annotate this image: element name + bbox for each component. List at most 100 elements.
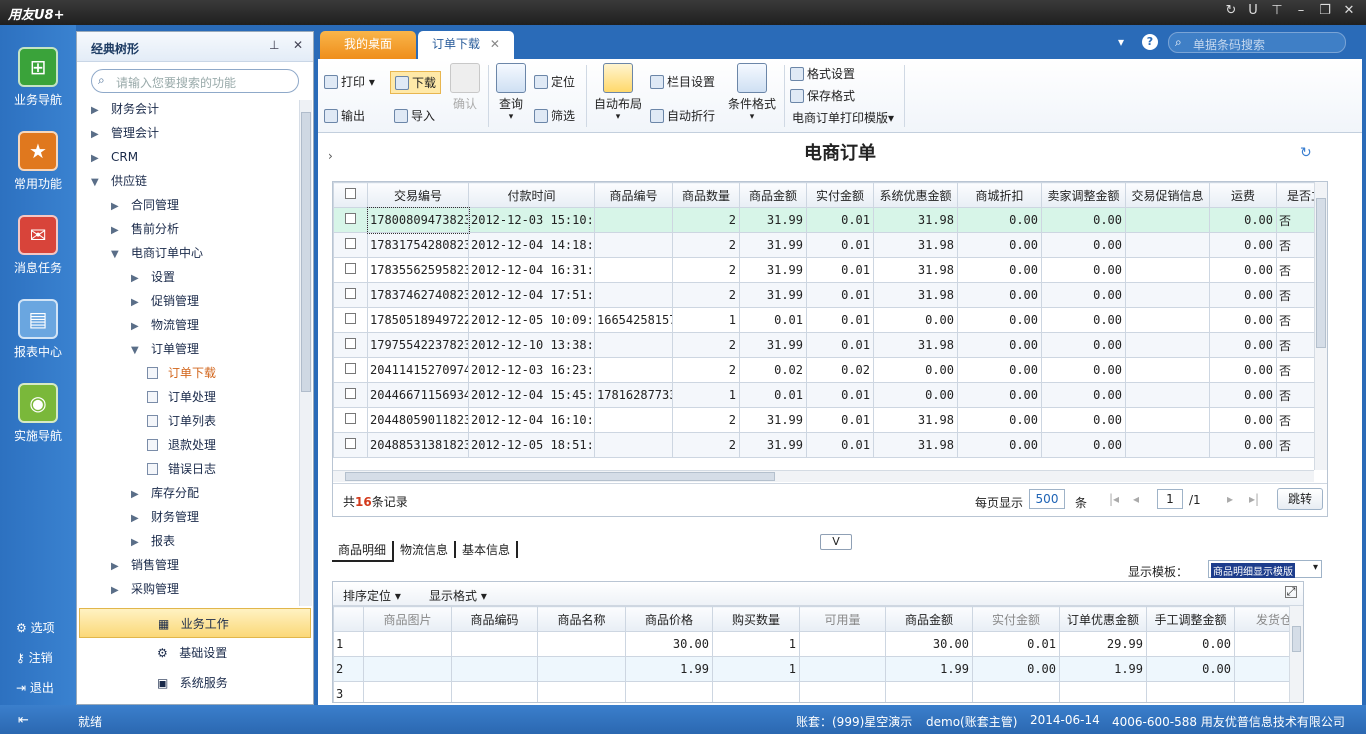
- table-cell[interactable]: 0.00: [972, 656, 1060, 682]
- refresh-icon[interactable]: ↻: [1222, 3, 1240, 18]
- table-cell[interactable]: 0.01: [739, 382, 807, 408]
- table-cell[interactable]: 178374627408237: [367, 282, 469, 308]
- tree-item[interactable]: ▶ 报表: [131, 529, 175, 553]
- column-header[interactable]: 商城折扣: [957, 182, 1042, 208]
- table-cell[interactable]: 0.00: [957, 282, 1042, 308]
- column-header[interactable]: 商品名称: [537, 606, 626, 632]
- format-settings-button[interactable]: 格式设置: [790, 65, 855, 82]
- table-cell[interactable]: 0.00: [957, 357, 1042, 383]
- row-checkbox[interactable]: [333, 232, 368, 258]
- checkbox[interactable]: [345, 388, 356, 399]
- table-cell[interactable]: [1125, 357, 1210, 383]
- table-cell[interactable]: 30.00: [885, 631, 973, 657]
- table-cell[interactable]: [1146, 681, 1235, 702]
- table-cell[interactable]: 178355625958237: [367, 257, 469, 283]
- table-cell[interactable]: 0.00: [1209, 332, 1277, 358]
- table-cell[interactable]: [537, 681, 626, 702]
- table-cell[interactable]: [972, 681, 1060, 702]
- table-cell[interactable]: 16654258157: [594, 307, 673, 333]
- tree-item[interactable]: 订单处理: [147, 385, 216, 409]
- table-cell[interactable]: 1.99: [1059, 656, 1147, 682]
- table-cell[interactable]: 0.01: [972, 631, 1060, 657]
- table-cell[interactable]: 0.01: [806, 257, 874, 283]
- row-checkbox[interactable]: [333, 407, 368, 433]
- scroll-thumb[interactable]: [1292, 626, 1301, 652]
- checkbox[interactable]: [345, 288, 356, 299]
- table-cell[interactable]: 否: [1276, 257, 1314, 283]
- collapsed-chevron-icon[interactable]: ▶: [91, 123, 103, 147]
- tree-item[interactable]: ▶ 财务会计: [91, 97, 159, 121]
- tab-order-download[interactable]: 订单下载 ✕: [418, 31, 514, 59]
- column-header[interactable]: 商品图片: [363, 606, 452, 632]
- print-button[interactable]: 打印 ▾: [324, 73, 375, 90]
- table-cell[interactable]: 0.00: [873, 382, 958, 408]
- table-row[interactable]: 2044667115693422012-12-04 15:45:16178162…: [333, 382, 1314, 408]
- close-tab-icon[interactable]: ✕: [490, 37, 500, 51]
- table-row[interactable]: 1780080947382372012-12-03 15:10:58 231.99…: [333, 206, 1314, 234]
- table-cell[interactable]: 31.99: [739, 207, 807, 233]
- basic-settings-button[interactable]: ⚙ 基础设置: [79, 638, 311, 668]
- tree-item[interactable]: ▼ 供应链: [91, 169, 147, 193]
- table-cell[interactable]: 0.00: [957, 307, 1042, 333]
- table-cell[interactable]: 0.00: [1041, 207, 1126, 233]
- table-cell[interactable]: 0.00: [1209, 432, 1277, 458]
- table-cell[interactable]: [594, 232, 673, 258]
- select-all-checkbox[interactable]: [333, 182, 368, 208]
- table-cell[interactable]: [625, 681, 713, 702]
- table-row[interactable]: 2048853138182372012-12-05 18:51:27 231.99…: [333, 432, 1314, 458]
- logout-button[interactable]: ⚷ 注销: [16, 649, 53, 666]
- maximize-icon[interactable]: ⤢: [1285, 586, 1297, 598]
- table-cell[interactable]: 0.00: [1041, 407, 1126, 433]
- collapsed-chevron-icon[interactable]: ▶: [91, 147, 103, 171]
- collapsed-chevron-icon[interactable]: ▶: [91, 99, 103, 123]
- column-header[interactable]: 实付金额: [972, 606, 1060, 632]
- table-cell[interactable]: 31.99: [739, 407, 807, 433]
- checkbox[interactable]: [345, 313, 356, 324]
- table-cell[interactable]: [799, 656, 886, 682]
- table-cell[interactable]: 0.00: [1041, 232, 1126, 258]
- table-cell[interactable]: 17816287733: [594, 382, 673, 408]
- tab-my-desktop[interactable]: 我的桌面: [320, 31, 416, 59]
- collapsed-chevron-icon[interactable]: ▶: [111, 555, 123, 579]
- save-format-button[interactable]: 保存格式: [790, 87, 855, 104]
- tree-item[interactable]: ▶ 销售管理: [111, 553, 179, 577]
- table-cell[interactable]: 0.00: [1041, 432, 1126, 458]
- table-cell[interactable]: 2012-12-05 10:09:04: [468, 307, 595, 333]
- expanded-chevron-icon[interactable]: ▼: [111, 243, 123, 267]
- table-row[interactable]: 1783175428082372012-12-04 14:18:41 231.99…: [333, 232, 1314, 258]
- column-header[interactable]: 订单优惠金额: [1059, 606, 1147, 632]
- tree-item[interactable]: ▶ 库存分配: [131, 481, 199, 505]
- table-cell[interactable]: [1234, 631, 1289, 657]
- orders-vscrollbar[interactable]: [1314, 182, 1327, 470]
- table-cell[interactable]: 0.01: [806, 282, 874, 308]
- table-cell[interactable]: 0.00: [957, 257, 1042, 283]
- collapsed-chevron-icon[interactable]: ▶: [131, 267, 143, 291]
- exit-button[interactable]: ⇥ 退出: [16, 679, 54, 696]
- checkbox[interactable]: [345, 213, 356, 224]
- confirm-button[interactable]: 确认: [450, 63, 480, 112]
- collapsed-chevron-icon[interactable]: ▶: [131, 315, 143, 339]
- table-cell[interactable]: 178317542808237: [367, 232, 469, 258]
- table-cell[interactable]: [1125, 332, 1210, 358]
- table-cell[interactable]: 否: [1276, 432, 1314, 458]
- column-header[interactable]: 购买数量: [712, 606, 800, 632]
- table-cell[interactable]: 0.00: [1209, 232, 1277, 258]
- table-cell[interactable]: [1234, 656, 1289, 682]
- tree-item[interactable]: 退款处理: [147, 433, 216, 457]
- rail-implementation[interactable]: ◉ 实施导航: [0, 383, 76, 444]
- table-cell[interactable]: 0.00: [957, 432, 1042, 458]
- jump-button[interactable]: 跳转: [1277, 488, 1323, 510]
- tree-scrollbar[interactable]: [299, 100, 312, 606]
- table-cell[interactable]: 0.00: [1041, 257, 1126, 283]
- rail-messages[interactable]: ✉ 消息任务: [0, 215, 76, 276]
- checkbox[interactable]: [345, 413, 356, 424]
- table-cell[interactable]: 0.01: [806, 407, 874, 433]
- table-cell[interactable]: 2012-12-03 15:10:58: [468, 207, 595, 233]
- table-row[interactable]: 1 30.00 1 30.00 0.01 29.99 0.00: [333, 631, 1289, 657]
- table-cell[interactable]: [594, 207, 673, 233]
- table-cell[interactable]: 31.98: [873, 257, 958, 283]
- table-cell[interactable]: [594, 432, 673, 458]
- table-cell[interactable]: 0.02: [806, 357, 874, 383]
- table-cell[interactable]: [1125, 282, 1210, 308]
- tree-item[interactable]: ▶ 物流管理: [131, 313, 199, 337]
